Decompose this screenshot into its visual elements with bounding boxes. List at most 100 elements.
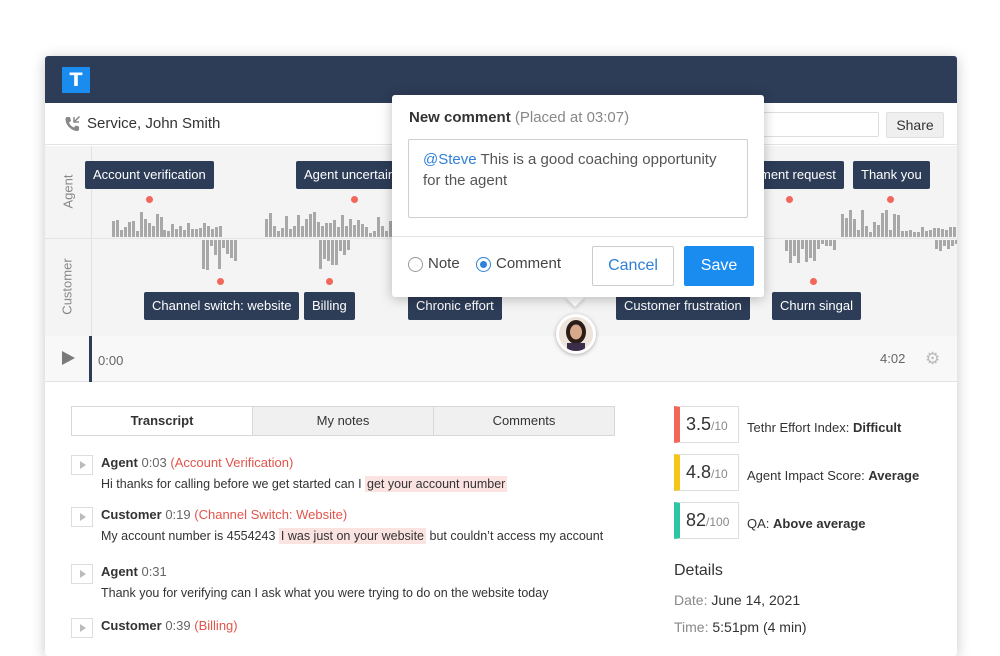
waveform-bar: [889, 230, 892, 237]
waveform-bar: [331, 240, 334, 265]
waveform-bar: [273, 226, 276, 237]
waveform-bar: [905, 231, 908, 237]
tag-marker[interactable]: [217, 278, 224, 285]
waveform-bar: [112, 221, 115, 237]
play-snippet-button[interactable]: [71, 564, 93, 584]
tag-marker[interactable]: [887, 196, 894, 203]
mention: @Steve: [423, 151, 477, 168]
waveform-bar: [323, 240, 326, 259]
score-max: /10: [711, 419, 728, 433]
waveform-bar: [152, 226, 155, 237]
waveform-bar: [343, 240, 346, 255]
waveform-bar: [128, 222, 131, 237]
play-snippet-button[interactable]: [71, 507, 93, 527]
save-button[interactable]: Save: [684, 246, 754, 286]
score-label: Tethr Effort Index: Difficult: [747, 420, 902, 435]
tag-marker[interactable]: [146, 196, 153, 203]
waveform-bar: [234, 240, 237, 261]
play-snippet-button[interactable]: [71, 455, 93, 475]
waveform-bar: [214, 240, 217, 255]
timeline-tag[interactable]: Account verification: [85, 161, 214, 189]
timeline-tag[interactable]: Agent uncertain: [296, 161, 404, 189]
waveform-bar: [140, 212, 143, 237]
tethr-logo[interactable]: T: [62, 67, 90, 93]
transcript-text: My account number is 4554243 I was just …: [101, 528, 604, 544]
transcript-text: Hi thanks for calling before we get star…: [101, 476, 508, 492]
timeline-tag[interactable]: Churn singal: [772, 292, 861, 320]
waveform-bar: [345, 226, 348, 237]
timeline-tag[interactable]: Channel switch: website: [144, 292, 300, 320]
popup-title: New comment (Placed at 03:07): [409, 109, 630, 126]
waveform-bar: [873, 222, 876, 237]
waveform-bar: [817, 240, 820, 249]
waveform-bar: [335, 240, 338, 265]
gear-icon[interactable]: ⚙: [925, 350, 940, 367]
waveform-bar: [321, 226, 324, 237]
comment-radio-label[interactable]: Comment: [496, 255, 561, 272]
waveform-bar: [365, 227, 368, 237]
waveform-bar: [219, 226, 222, 237]
transcript-header: Agent 0:03 (Account Verification): [101, 455, 294, 470]
waveform-bar: [195, 229, 198, 237]
share-input[interactable]: [761, 112, 879, 137]
share-button[interactable]: Share: [886, 112, 944, 138]
playhead[interactable]: [89, 336, 92, 382]
waveform-bar: [901, 231, 904, 237]
agent-impact-score-box: 4.8/10: [674, 454, 739, 491]
waveform-bar: [849, 210, 852, 237]
waveform-bar: [333, 220, 336, 237]
waveform-bar: [357, 220, 360, 237]
waveform-bar: [179, 226, 182, 237]
waveform-bar: [377, 217, 380, 237]
waveform-bar: [317, 222, 320, 237]
waveform-bar: [869, 232, 872, 237]
detail-date: Date: June 14, 2021: [674, 592, 801, 608]
waveform-bar: [893, 214, 896, 237]
waveform-bar: [309, 214, 312, 237]
waveform-bar: [313, 212, 316, 237]
waveform-bar: [281, 228, 284, 237]
play-icon[interactable]: [62, 351, 75, 365]
tag-marker[interactable]: [351, 196, 358, 203]
waveform-bar: [877, 225, 880, 237]
timeline-tag[interactable]: Billing: [304, 292, 355, 320]
timeline-tag[interactable]: ment request: [760, 161, 844, 189]
commenter-avatar[interactable]: [556, 314, 596, 354]
waveform-bar: [171, 224, 174, 237]
tag-marker[interactable]: [786, 196, 793, 203]
play-snippet-button[interactable]: [71, 618, 93, 638]
tag-marker[interactable]: [326, 278, 333, 285]
new-comment-popup: New comment (Placed at 03:07) @Steve Thi…: [392, 95, 764, 297]
waveform-bar: [222, 240, 225, 248]
waveform-bar: [206, 240, 209, 270]
current-time: 0:00: [98, 353, 124, 368]
waveform-bar: [183, 230, 186, 237]
tab-my-notes[interactable]: My notes: [253, 407, 434, 435]
comment-radio[interactable]: [476, 257, 491, 272]
timeline-tag[interactable]: Thank you: [853, 161, 930, 189]
waveform-bar: [941, 229, 944, 237]
waveform-bar: [337, 227, 340, 237]
waveform-bar: [199, 228, 202, 237]
note-radio[interactable]: [408, 257, 423, 272]
waveform-bar: [881, 213, 884, 237]
waveform-bar: [943, 240, 946, 246]
waveform-bar: [853, 219, 856, 237]
waveform-bar: [265, 219, 268, 237]
cancel-button[interactable]: Cancel: [592, 246, 674, 286]
waveform-bar: [349, 219, 352, 237]
call-title: Service, John Smith: [87, 115, 221, 132]
comment-textarea[interactable]: @Steve This is a good coaching opportuni…: [408, 139, 748, 218]
waveform-bar: [207, 226, 210, 237]
waveform-bar: [947, 240, 950, 249]
tab-transcript[interactable]: Transcript: [72, 407, 253, 435]
score-value: 82: [686, 510, 707, 530]
note-radio-label[interactable]: Note: [428, 255, 460, 272]
tab-comments[interactable]: Comments: [434, 407, 614, 435]
waveform-bar: [124, 227, 127, 237]
waveform-bar: [215, 227, 218, 237]
agent-lane-label: Agent: [60, 174, 76, 209]
score-max: /100: [706, 515, 730, 529]
tag-marker[interactable]: [810, 278, 817, 285]
waveform-bar: [809, 240, 812, 258]
